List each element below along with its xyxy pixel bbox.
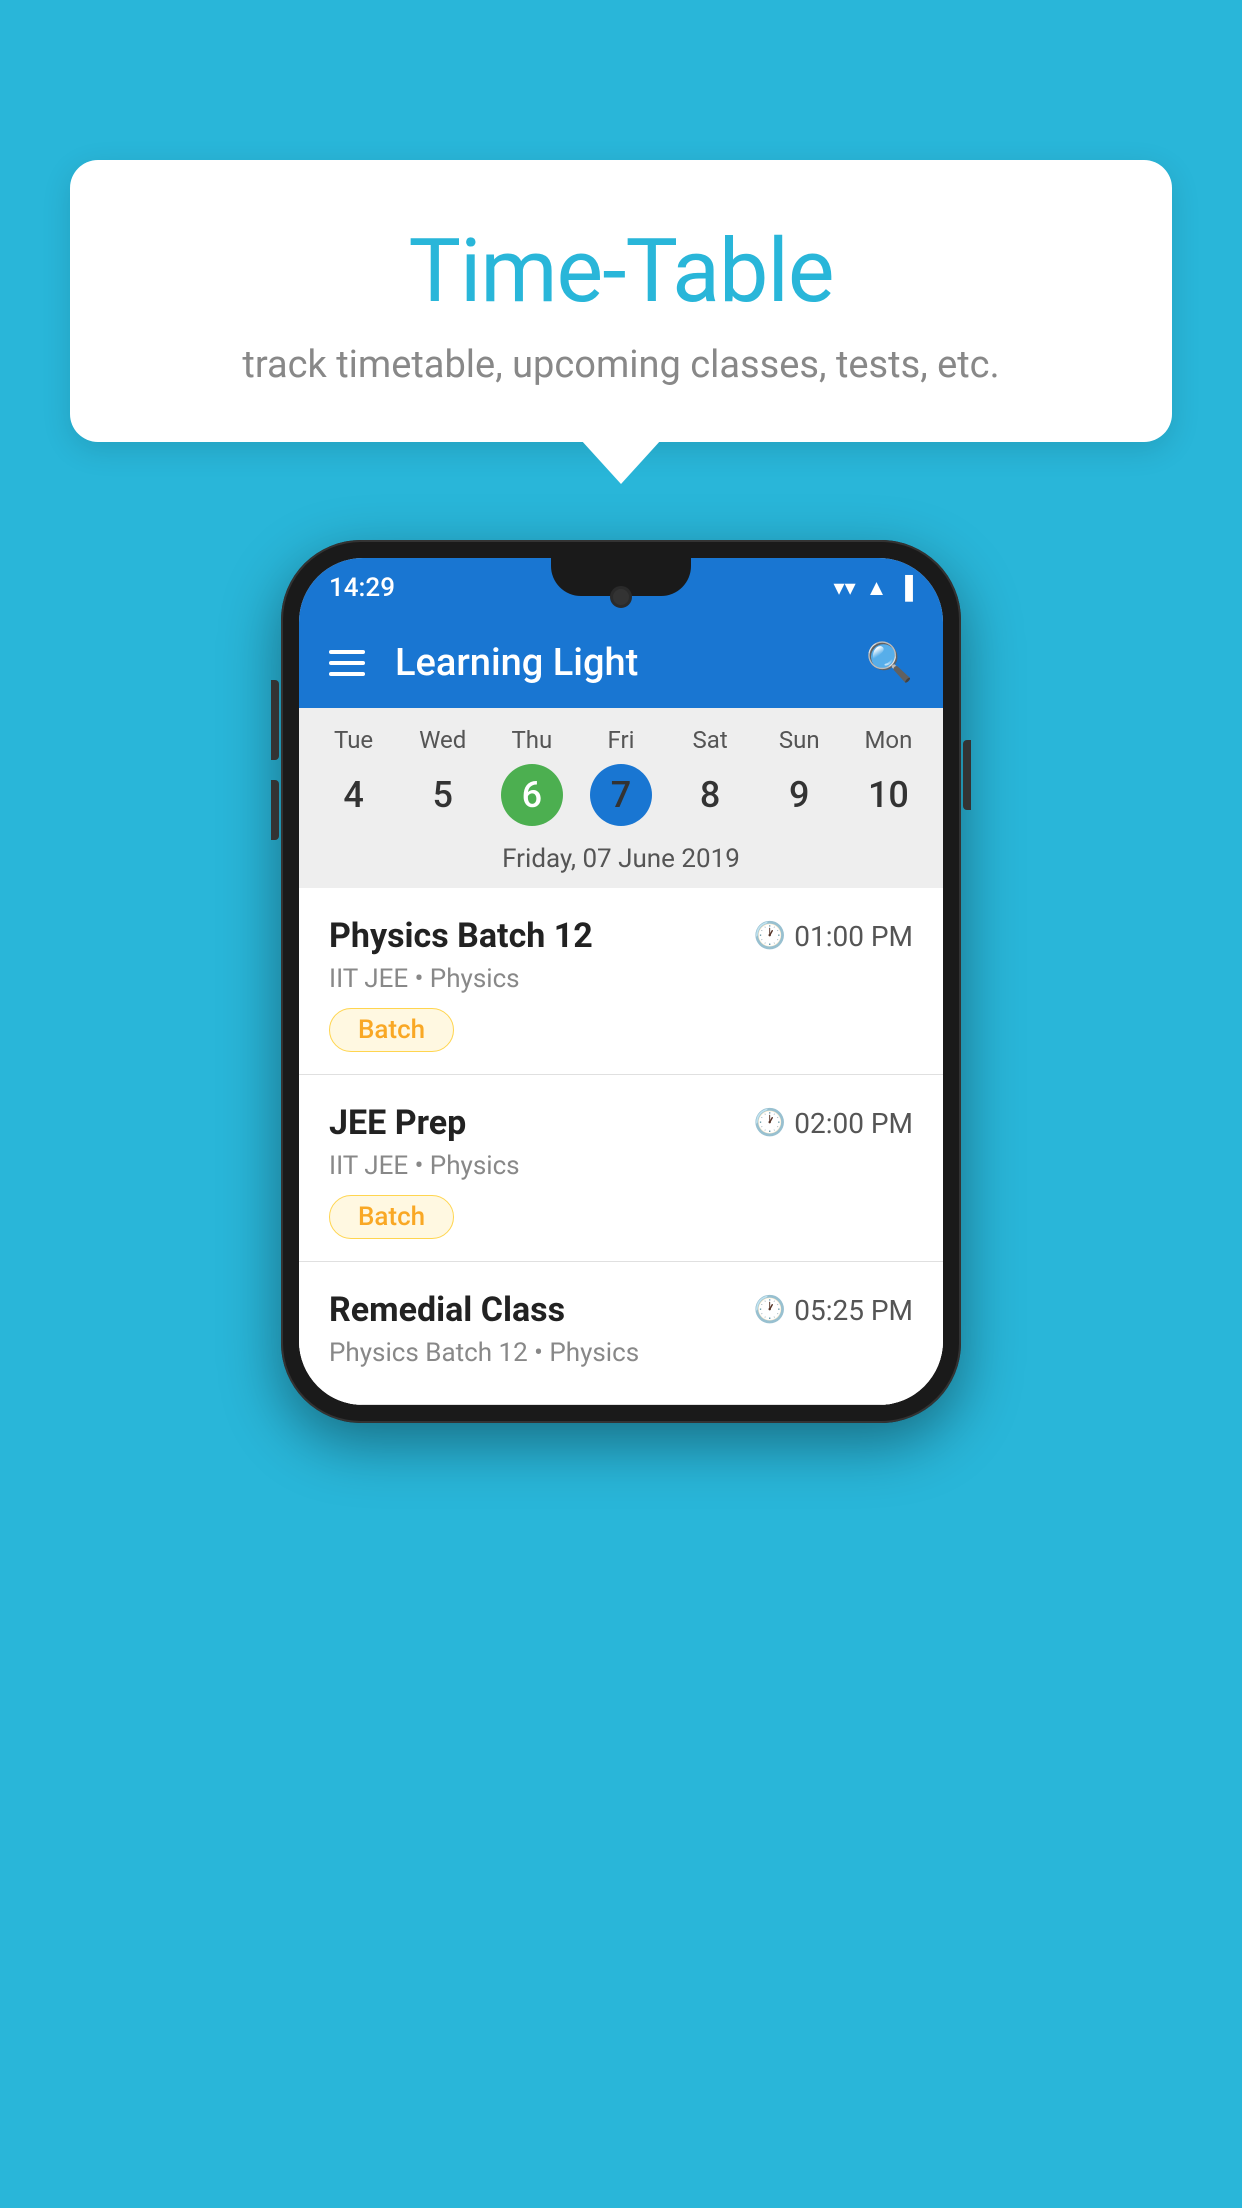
class-item-jee-prep[interactable]: JEE Prep 🕐 02:00 PM IIT JEE • Physics Ba…	[299, 1075, 943, 1262]
status-time: 14:29	[329, 573, 395, 603]
phone-power-button	[963, 740, 971, 810]
menu-button[interactable]	[329, 650, 365, 676]
selected-date: Friday, 07 June 2019	[299, 838, 943, 888]
class-time-text-2: 02:00 PM	[794, 1107, 913, 1140]
class-time-2: 🕐 02:00 PM	[754, 1107, 913, 1140]
phone-camera	[610, 586, 632, 608]
day-label-fri: Fri	[576, 726, 665, 754]
day-5[interactable]: 5	[398, 762, 487, 828]
class-item-remedial[interactable]: Remedial Class 🕐 05:25 PM Physics Batch …	[299, 1262, 943, 1405]
tooltip-subtitle: track timetable, upcoming classes, tests…	[130, 343, 1112, 387]
class-header-1: Physics Batch 12 🕐 01:00 PM	[329, 916, 913, 956]
clock-icon-1: 🕐	[754, 921, 786, 951]
app-bar: Learning Light 🔍	[299, 618, 943, 708]
search-button[interactable]: 🔍	[866, 641, 913, 685]
batch-badge-1: Batch	[329, 1008, 454, 1052]
phone-notch	[551, 558, 691, 596]
phone-screen: 14:29 ▾▾ ▲ ▐ Learning Light 🔍	[299, 558, 943, 1405]
battery-icon: ▐	[897, 575, 913, 601]
phone-vol-down-button	[271, 780, 279, 840]
phone-vol-up-button	[271, 700, 279, 760]
class-name-1: Physics Batch 12	[329, 916, 593, 956]
day-10[interactable]: 10	[844, 762, 933, 828]
day-label-wed: Wed	[398, 726, 487, 754]
class-time-3: 🕐 05:25 PM	[754, 1294, 913, 1327]
class-name-2: JEE Prep	[329, 1103, 466, 1143]
day-4[interactable]: 4	[309, 762, 398, 828]
day-label-sun: Sun	[755, 726, 844, 754]
class-meta-1: IIT JEE • Physics	[329, 964, 913, 994]
class-meta-3: Physics Batch 12 • Physics	[329, 1338, 913, 1368]
day-label-thu: Thu	[487, 726, 576, 754]
clock-icon-3: 🕐	[754, 1295, 786, 1325]
day-7-selected[interactable]: 7	[576, 762, 665, 828]
day-labels: Tue Wed Thu Fri Sat Sun Mon	[299, 708, 943, 758]
class-header-2: JEE Prep 🕐 02:00 PM	[329, 1103, 913, 1143]
app-title: Learning Light	[395, 641, 836, 685]
phone-mockup: 14:29 ▾▾ ▲ ▐ Learning Light 🔍	[281, 540, 961, 1423]
day-6-today[interactable]: 6	[487, 762, 576, 828]
class-time-text-3: 05:25 PM	[794, 1294, 913, 1327]
status-icons: ▾▾ ▲ ▐	[834, 575, 913, 601]
wifi-icon: ▾▾	[834, 576, 856, 601]
clock-icon-2: 🕐	[754, 1108, 786, 1138]
day-9[interactable]: 9	[755, 762, 844, 828]
calendar-section: Tue Wed Thu Fri Sat Sun Mon 4 5 6	[299, 708, 943, 888]
day-8[interactable]: 8	[666, 762, 755, 828]
class-meta-2: IIT JEE • Physics	[329, 1151, 913, 1181]
day-label-sat: Sat	[666, 726, 755, 754]
phone-outer: 14:29 ▾▾ ▲ ▐ Learning Light 🔍	[281, 540, 961, 1423]
signal-icon: ▲	[866, 575, 888, 601]
class-name-3: Remedial Class	[329, 1290, 565, 1330]
class-list: Physics Batch 12 🕐 01:00 PM IIT JEE • Ph…	[299, 888, 943, 1405]
day-label-mon: Mon	[844, 726, 933, 754]
batch-badge-2: Batch	[329, 1195, 454, 1239]
tooltip-card: Time-Table track timetable, upcoming cla…	[70, 160, 1172, 442]
class-header-3: Remedial Class 🕐 05:25 PM	[329, 1290, 913, 1330]
tooltip-title: Time-Table	[130, 220, 1112, 323]
class-time-text-1: 01:00 PM	[794, 920, 913, 953]
class-time-1: 🕐 01:00 PM	[754, 920, 913, 953]
day-label-tue: Tue	[309, 726, 398, 754]
day-numbers: 4 5 6 7 8 9 10	[299, 758, 943, 838]
class-item-physics-batch-12[interactable]: Physics Batch 12 🕐 01:00 PM IIT JEE • Ph…	[299, 888, 943, 1075]
